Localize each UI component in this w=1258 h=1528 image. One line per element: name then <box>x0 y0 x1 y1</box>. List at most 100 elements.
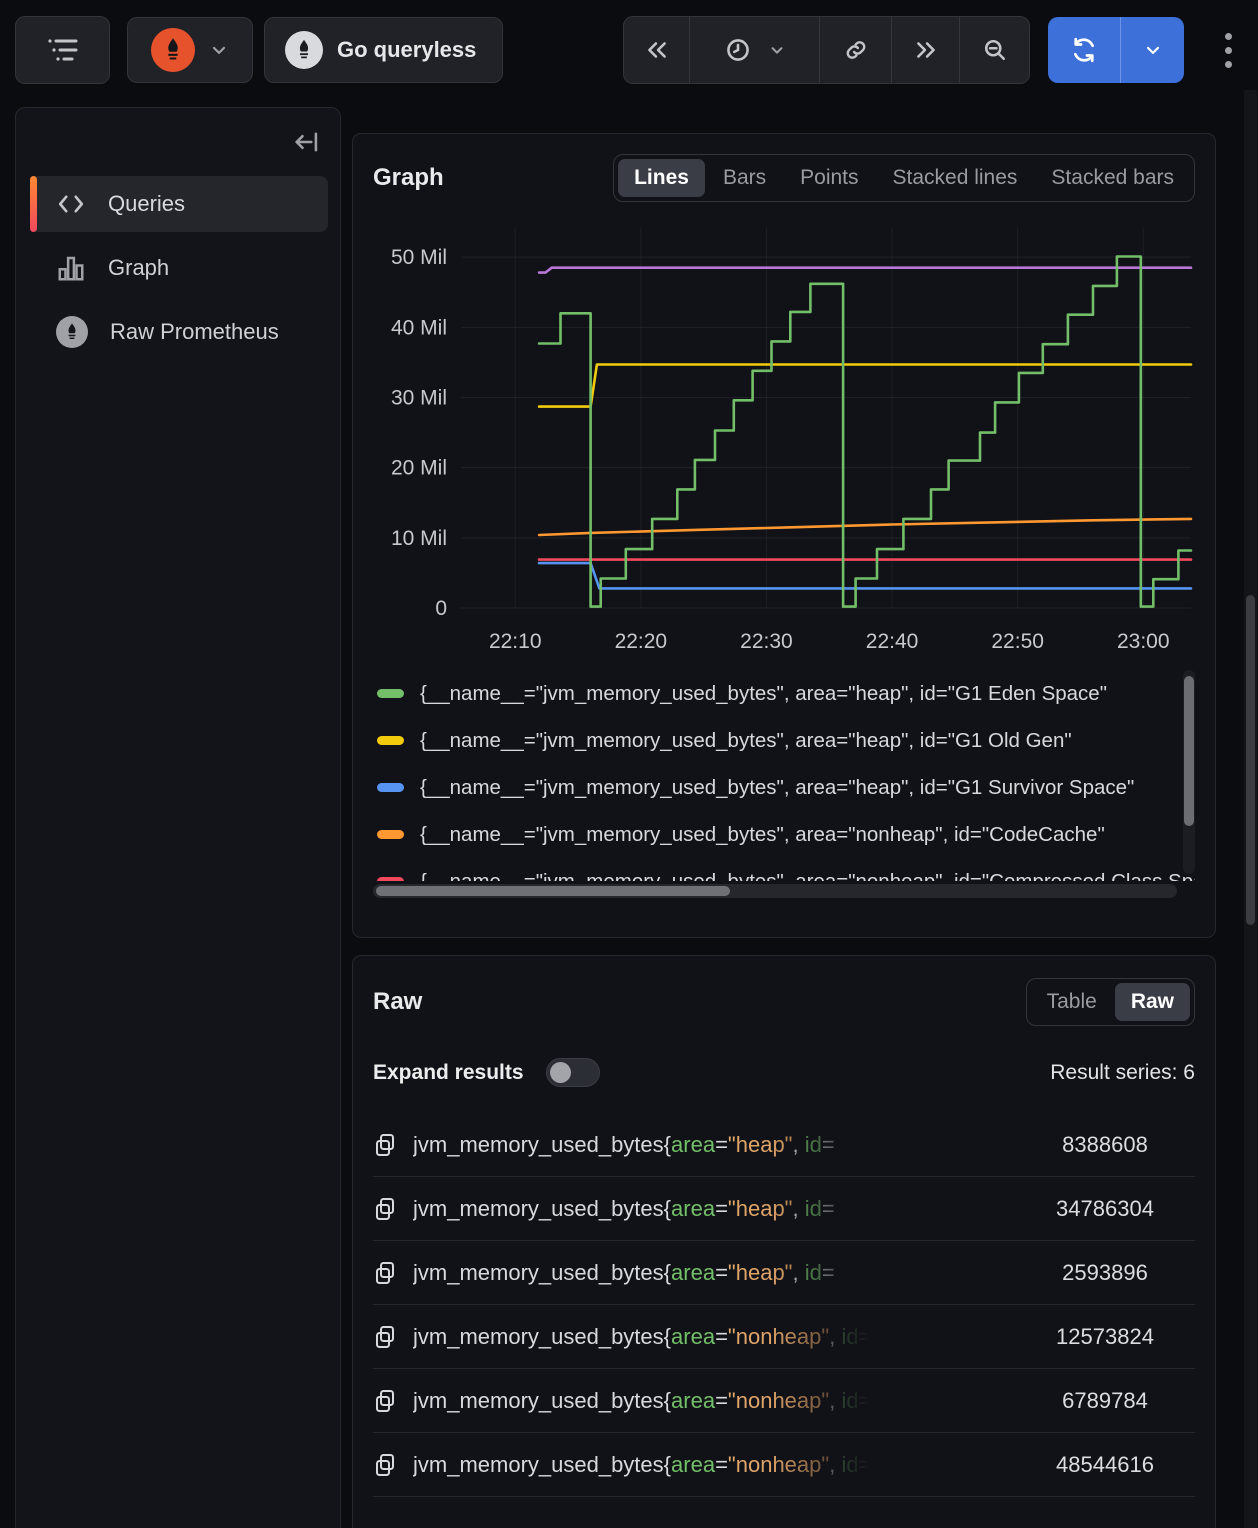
time-range-picker[interactable] <box>689 17 819 83</box>
chart-legend: {__name__="jvm_memory_used_bytes", area=… <box>373 670 1195 881</box>
more-options-kebab-button[interactable] <box>1214 27 1242 73</box>
raw-result-row: jvm_memory_used_bytes{area="heap", id= 25… <box>373 1241 1195 1305</box>
raw-view-toggle: TableRaw <box>1026 978 1195 1026</box>
bar-chart-icon <box>56 253 86 283</box>
copy-icon[interactable] <box>373 1388 397 1414</box>
tab-stacked-lines[interactable]: Stacked lines <box>877 159 1034 197</box>
sidebar-item-queries[interactable]: Queries <box>30 176 328 232</box>
outline-list-icon <box>46 35 80 65</box>
page-scrollbar[interactable] <box>1244 90 1257 1528</box>
raw-view-table[interactable]: Table <box>1031 983 1113 1021</box>
go-queryless-button[interactable]: Go queryless <box>264 17 503 83</box>
graph-view-tabs: LinesBarsPointsStacked linesStacked bars <box>613 154 1195 202</box>
tab-stacked-bars[interactable]: Stacked bars <box>1035 159 1190 197</box>
raw-panel: Raw TableRaw Expand results Result serie… <box>352 955 1216 1528</box>
sidebar-item-label: Raw Prometheus <box>110 319 279 345</box>
refresh-interval-dropdown[interactable] <box>1120 17 1184 83</box>
prometheus-icon <box>56 316 88 348</box>
link-icon <box>843 37 869 63</box>
explore-sidebar: Queries Graph Raw Prometheus <box>15 107 341 1528</box>
y-axis-tick-label: 30 Mil <box>391 386 447 409</box>
code-icon <box>56 192 86 216</box>
legend-label: {__name__="jvm_memory_used_bytes", area=… <box>420 823 1105 847</box>
outline-menu-button[interactable] <box>15 16 110 84</box>
chevron-down-icon <box>768 41 786 59</box>
double-chevron-left-icon <box>643 37 671 63</box>
go-queryless-label: Go queryless <box>337 37 476 63</box>
x-axis-tick-label: 23:00 <box>1117 630 1170 653</box>
collapse-sidebar-button[interactable] <box>292 128 320 156</box>
time-shift-forward-button[interactable] <box>891 17 959 83</box>
legend-label: {__name__="jvm_memory_used_bytes", area=… <box>420 729 1072 753</box>
legend-color-chip <box>377 830 404 839</box>
raw-results-list: jvm_memory_used_bytes{area="heap", id=83… <box>373 1113 1195 1497</box>
copy-icon[interactable] <box>373 1324 397 1350</box>
y-axis-tick-label: 20 Mil <box>391 457 447 480</box>
x-axis-tick-label: 22:20 <box>615 630 668 653</box>
copy-icon[interactable] <box>373 1132 397 1158</box>
series-line-4 <box>539 563 1191 588</box>
copy-link-button[interactable] <box>819 17 891 83</box>
chevron-down-icon <box>209 40 229 60</box>
zoom-out-button[interactable] <box>959 17 1029 83</box>
raw-metric-expression: jvm_memory_used_bytes{area="heap", id= <box>413 1196 1009 1222</box>
legend-vertical-scrollbar[interactable] <box>1183 670 1195 874</box>
raw-metric-expression: jvm_memory_used_bytes{area="heap", id= <box>413 1132 1009 1158</box>
legend-color-chip <box>377 877 404 881</box>
raw-result-row: jvm_memory_used_bytes{area="nonheap", id… <box>373 1433 1195 1497</box>
run-query-split-button <box>1048 17 1184 83</box>
copy-icon[interactable] <box>373 1196 397 1222</box>
legend-label: {__name__="jvm_memory_used_bytes", area=… <box>420 870 1195 882</box>
x-axis-tick-label: 22:50 <box>991 630 1044 653</box>
legend-item[interactable]: {__name__="jvm_memory_used_bytes", area=… <box>373 811 1195 858</box>
collapse-left-icon <box>292 128 320 156</box>
sidebar-item-raw-prometheus[interactable]: Raw Prometheus <box>30 304 328 360</box>
refresh-button[interactable] <box>1048 17 1120 83</box>
legend-item[interactable]: {__name__="jvm_memory_used_bytes", area=… <box>373 717 1195 764</box>
raw-metric-expression: jvm_memory_used_bytes{area="nonheap", id… <box>413 1452 1009 1478</box>
raw-result-value: 12573824 <box>1025 1324 1185 1350</box>
raw-view-raw[interactable]: Raw <box>1115 983 1190 1021</box>
time-shift-back-button[interactable] <box>624 17 689 83</box>
double-chevron-right-icon <box>912 37 940 63</box>
copy-icon[interactable] <box>373 1452 397 1478</box>
jvm-memory-chart[interactable]: 010 Mil20 Mil30 Mil40 Mil50 Mil22:1022:2… <box>373 216 1197 664</box>
active-accent-bar <box>30 176 37 232</box>
legend-item[interactable]: {__name__="jvm_memory_used_bytes", area=… <box>373 764 1195 811</box>
legend-item[interactable]: {__name__="jvm_memory_used_bytes", area=… <box>373 670 1195 717</box>
legend-item[interactable]: {__name__="jvm_memory_used_bytes", area=… <box>373 858 1195 881</box>
series-line-1 <box>539 365 1191 407</box>
y-axis-tick-label: 50 Mil <box>391 246 447 269</box>
legend-color-chip <box>377 689 404 698</box>
tab-bars[interactable]: Bars <box>707 159 782 197</box>
copy-icon[interactable] <box>373 1260 397 1286</box>
expand-results-toggle[interactable] <box>546 1058 600 1087</box>
raw-result-row: jvm_memory_used_bytes{area="nonheap", id… <box>373 1369 1195 1433</box>
legend-horizontal-scrollbar[interactable] <box>373 884 1177 898</box>
prometheus-icon-light <box>285 31 323 69</box>
tab-lines[interactable]: Lines <box>618 159 705 197</box>
top-toolbar: Go queryless <box>15 15 1242 85</box>
zoom-out-icon <box>981 36 1009 64</box>
chart-area: 010 Mil20 Mil30 Mil40 Mil50 Mil22:1022:2… <box>373 216 1195 664</box>
graph-panel: Graph LinesBarsPointsStacked linesStacke… <box>352 133 1216 938</box>
datasource-picker[interactable] <box>127 17 253 83</box>
tab-points[interactable]: Points <box>784 159 874 197</box>
sidebar-nav: Queries Graph Raw Prometheus <box>30 176 328 360</box>
raw-result-value: 48544616 <box>1025 1452 1185 1478</box>
page-scrollbar-thumb[interactable] <box>1246 595 1255 925</box>
raw-result-row: jvm_memory_used_bytes{area="heap", id=34… <box>373 1177 1195 1241</box>
sidebar-item-label: Queries <box>108 191 185 217</box>
x-axis-tick-label: 22:40 <box>866 630 919 653</box>
y-axis-tick-label: 10 Mil <box>391 527 447 550</box>
raw-result-value: 6789784 <box>1025 1388 1185 1414</box>
raw-result-value: 2593896 <box>1025 1260 1185 1286</box>
series-line-0 <box>539 268 1191 273</box>
prometheus-icon <box>151 28 195 72</box>
raw-result-row: jvm_memory_used_bytes{area="nonheap", id… <box>373 1305 1195 1369</box>
raw-result-row: jvm_memory_used_bytes{area="heap", id=83… <box>373 1113 1195 1177</box>
raw-metric-expression: jvm_memory_used_bytes{area="nonheap", id… <box>413 1388 1009 1414</box>
clock-icon <box>724 36 752 64</box>
raw-metric-expression: jvm_memory_used_bytes{area="heap", id= <box>413 1260 1009 1286</box>
sidebar-item-graph[interactable]: Graph <box>30 240 328 296</box>
